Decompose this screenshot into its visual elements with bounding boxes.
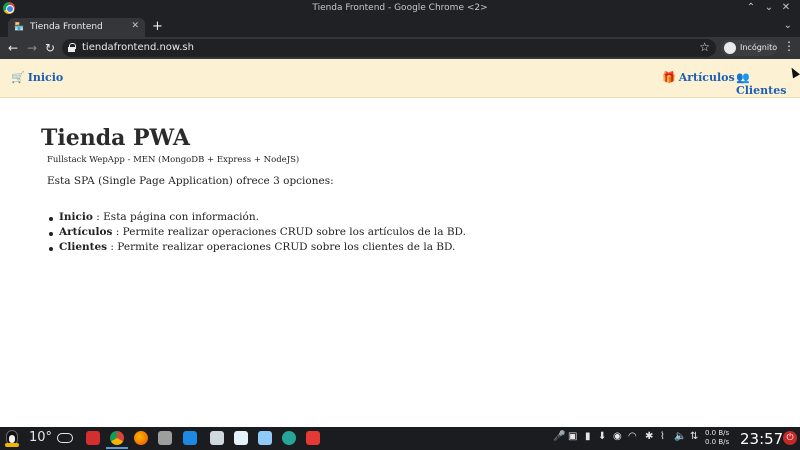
start-menu-tux-icon[interactable] (5, 430, 19, 447)
list-item: Clientes : Permite realizar operaciones … (49, 241, 466, 256)
options-list: Inicio : Esta página con información. Ar… (49, 211, 466, 256)
web-page: 🛒 Inicio 🎁 Artículos 👥Clientes Tienda PWA … (0, 59, 800, 427)
address-bar[interactable]: tiendafrontend.now.sh ☆ (62, 39, 716, 57)
minimize-button[interactable]: ⌄ (762, 1, 776, 15)
paperclip-icon[interactable]: ⌇ (660, 431, 665, 442)
net-upload-speed: 0.0 B/s (705, 429, 730, 437)
incognito-icon (724, 42, 736, 54)
page-title: Tienda PWA (41, 125, 190, 151)
bookmark-star-icon[interactable]: ☆ (699, 40, 710, 54)
tab-tienda-frontend[interactable]: 🏪 Tienda Frontend ✕ (8, 18, 145, 37)
option-desc: : Permite realizar operaciones CRUD sobr… (112, 226, 466, 238)
menu-kebab-icon[interactable]: ⋮ (783, 39, 795, 53)
text-editor-icon[interactable] (234, 431, 248, 445)
screen-recorder-icon[interactable] (306, 431, 320, 445)
taskbar-clock[interactable]: 23:57 (740, 430, 783, 448)
microphone-icon[interactable]: 🎤 (553, 431, 565, 442)
window-title: Tienda Frontend - Google Chrome <2> (312, 3, 488, 13)
nav-clientes-label: Clientes (736, 84, 787, 97)
cart-icon: 🛒 (11, 71, 25, 84)
document-icon[interactable] (210, 431, 224, 445)
wifi-icon[interactable]: ◠ (628, 431, 637, 442)
close-window-button[interactable]: ✕ (779, 1, 793, 15)
forward-button[interactable]: → (27, 40, 37, 56)
vpn-icon[interactable]: ◉ (613, 431, 622, 442)
power-icon[interactable]: ⏻ (783, 431, 797, 445)
bluetooth-icon[interactable]: ✱ (645, 431, 653, 442)
settings-gear-icon[interactable] (282, 431, 296, 445)
nav-inicio-label: Inicio (27, 71, 64, 84)
page-subtitle: Fullstack WepApp - MEN (MongoDB + Expres… (47, 155, 300, 165)
option-desc: : Permite realizar operaciones CRUD sobr… (107, 241, 456, 253)
file-manager-icon[interactable] (158, 431, 172, 445)
lock-icon[interactable] (68, 43, 76, 52)
close-tab-icon[interactable]: ✕ (131, 21, 139, 31)
cloud-weather-icon[interactable] (57, 433, 73, 443)
site-navbar: 🛒 Inicio 🎁 Artículos 👥Clientes (0, 59, 800, 98)
package-icon[interactable] (258, 431, 272, 445)
tab-label: Tienda Frontend (30, 22, 103, 32)
users-icon: 👥 (736, 71, 750, 84)
taskbar: 10° 🎤 ▣ ▮ ⬇ ◉ ◠ ✱ ⌇ 🔈 ⇅ 0.0 B/s 0.0 B/s … (0, 427, 800, 450)
chrome-taskbar-icon[interactable] (106, 431, 128, 449)
list-item: Inicio : Esta página con información. (49, 211, 466, 226)
chevron-up-icon[interactable]: ⌃ (744, 1, 758, 15)
battery-icon[interactable]: ▮ (585, 431, 591, 442)
weather-temperature[interactable]: 10° (29, 430, 52, 445)
gift-icon: 🎁 (662, 71, 676, 84)
browser-toolbar: ← → ↻ tiendafrontend.now.sh ☆ Incógnito … (0, 37, 800, 59)
back-button[interactable]: ← (8, 40, 18, 56)
new-tab-button[interactable]: + (152, 19, 163, 34)
vscode-icon[interactable] (183, 431, 197, 445)
firefox-icon[interactable] (134, 431, 148, 445)
nav-link-articulos[interactable]: 🎁 Artículos (662, 71, 735, 84)
app-launcher-icon[interactable] (86, 431, 100, 445)
reload-button[interactable]: ↻ (45, 40, 55, 56)
option-term: Artículos (59, 226, 113, 238)
url-text[interactable]: tiendafrontend.now.sh (82, 42, 194, 53)
volume-icon[interactable]: 🔈 (674, 431, 686, 442)
camera-icon[interactable]: ▣ (568, 431, 577, 442)
option-desc: : Esta página con información. (92, 211, 259, 223)
download-icon[interactable]: ⬇ (598, 431, 606, 442)
option-term: Clientes (59, 241, 108, 253)
list-item: Artículos : Permite realizar operaciones… (49, 226, 466, 241)
nav-articulos-label: Artículos (678, 71, 735, 84)
intro-paragraph: Esta SPA (Single Page Application) ofrec… (47, 175, 334, 187)
network-arrows-icon[interactable]: ⇅ (690, 431, 698, 442)
net-download-speed: 0.0 B/s (705, 438, 730, 446)
nav-link-inicio[interactable]: 🛒 Inicio (11, 71, 63, 84)
store-icon: 🏪 (14, 22, 24, 31)
tab-search-icon[interactable]: ⌄ (784, 20, 792, 31)
incognito-label: Incógnito (740, 43, 778, 52)
option-term: Inicio (59, 211, 93, 223)
window-titlebar: Tienda Frontend - Google Chrome <2> ⌃ ⌄ … (0, 0, 800, 17)
network-speed: 0.0 B/s 0.0 B/s (705, 429, 729, 447)
incognito-profile-button[interactable]: Incógnito (721, 40, 777, 56)
tab-strip: 🏪 Tienda Frontend ✕ + ⌄ (0, 17, 800, 37)
